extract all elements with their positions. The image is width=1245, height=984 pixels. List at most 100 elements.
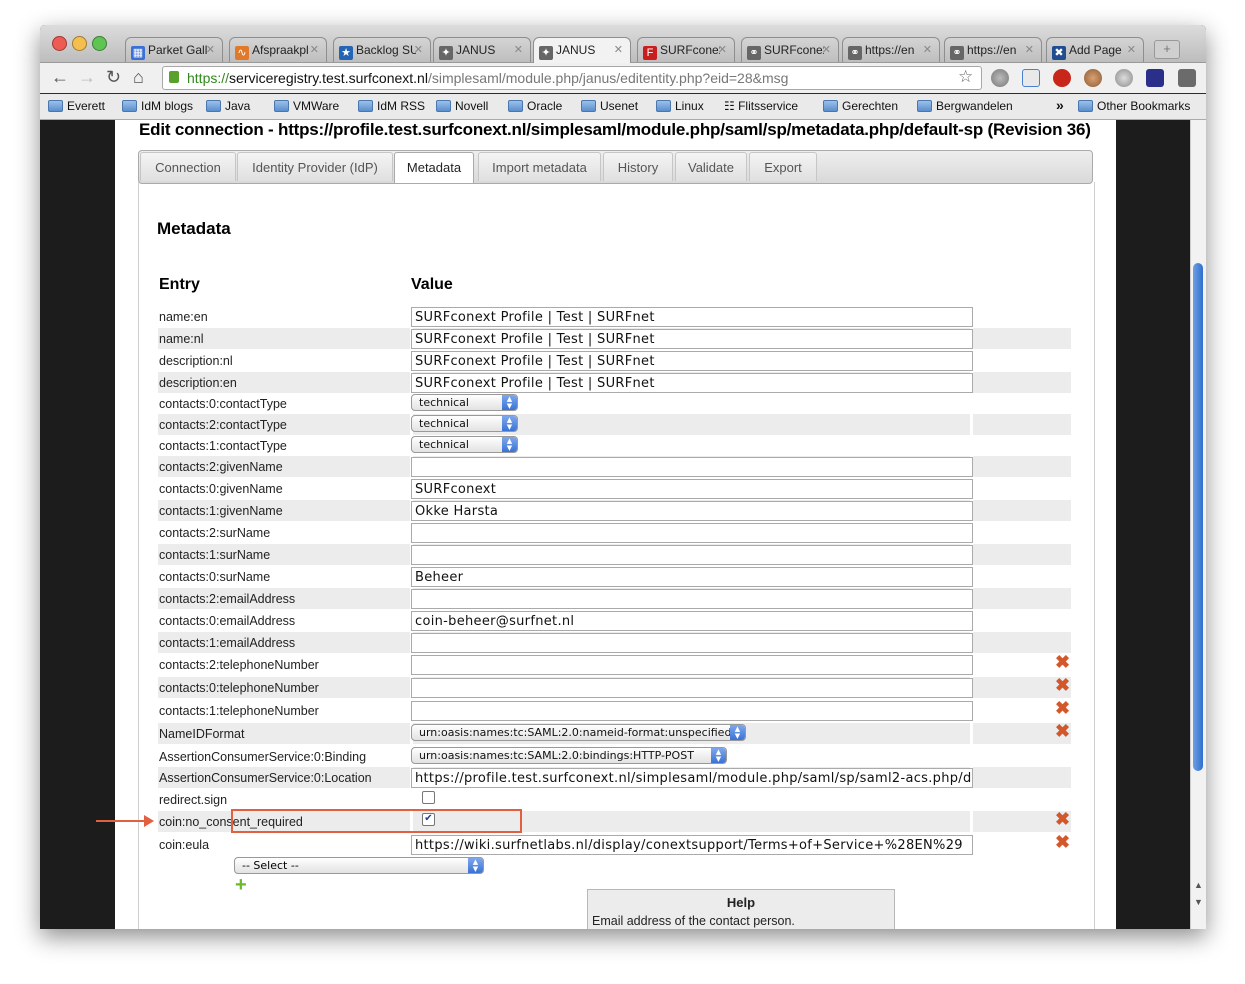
value-select[interactable]: technical ▲ ▼ <box>411 436 518 453</box>
tab-metadata[interactable]: Metadata <box>394 152 474 183</box>
highlight-box <box>231 809 522 833</box>
browser-tab[interactable]: ✦ JANUS ✕ <box>433 37 531 62</box>
bookmark-label: Linux <box>675 99 704 113</box>
bookmark-star-icon[interactable]: ☆ <box>958 67 973 87</box>
tab-history[interactable]: History <box>603 152 673 181</box>
browser-tab[interactable]: ✖ Add Page ✕ <box>1046 37 1144 62</box>
close-tab-icon[interactable]: ✕ <box>614 43 623 56</box>
scroll-down-arrow[interactable]: ▼ <box>1194 897 1203 907</box>
reload-button[interactable]: ↻ <box>106 67 121 88</box>
close-tab-icon[interactable]: ✕ <box>822 43 831 56</box>
delete-entry-icon[interactable]: ✖ <box>1054 833 1071 851</box>
value-checkbox[interactable] <box>422 791 435 804</box>
value-input[interactable]: SURFconext Profile | Test | SURFnet <box>411 329 973 349</box>
delete-entry-icon[interactable]: ✖ <box>1054 699 1071 717</box>
browser-tab[interactable]: ∿ Afspraakpl ✕ <box>229 37 327 62</box>
close-tab-icon[interactable]: ✕ <box>206 43 215 56</box>
bookmarks-overflow-button[interactable]: » <box>1056 97 1064 113</box>
entry-label: contacts:0:emailAddress <box>159 614 296 628</box>
link-icon: ⚭ <box>950 46 964 60</box>
bookmark-usenet[interactable]: Usenet <box>581 99 638 113</box>
value-input[interactable] <box>411 457 973 477</box>
value-input[interactable] <box>411 523 973 543</box>
value-input[interactable]: https://wiki.surfnetlabs.nl/display/cone… <box>411 835 973 855</box>
add-entry-icon[interactable]: + <box>235 875 247 895</box>
close-tab-icon[interactable]: ✕ <box>718 43 727 56</box>
bookmark-linux[interactable]: Linux <box>656 99 704 113</box>
close-tab-icon[interactable]: ✕ <box>923 43 932 56</box>
bookmark-oracle[interactable]: Oracle <box>508 99 562 113</box>
value-input[interactable] <box>411 633 973 653</box>
delete-entry-icon[interactable]: ✖ <box>1054 676 1071 694</box>
close-tab-icon[interactable]: ✕ <box>1127 43 1136 56</box>
bug-extension-icon[interactable] <box>1115 69 1133 87</box>
bookmark-bergwandelen[interactable]: Bergwandelen <box>917 99 1013 113</box>
flag-extension-icon[interactable] <box>1146 69 1164 87</box>
scrollbar-thumb[interactable] <box>1193 263 1203 771</box>
bookmark-gerechten[interactable]: Gerechten <box>823 99 898 113</box>
value-select[interactable]: technical ▲ ▼ <box>411 394 518 411</box>
value-select[interactable]: technical ▲ ▼ <box>411 415 518 432</box>
adblock-extension-icon[interactable] <box>1053 69 1071 87</box>
translate-extension-icon[interactable] <box>1022 69 1040 87</box>
forward-button[interactable]: → <box>78 67 96 88</box>
close-window-button[interactable] <box>52 36 67 51</box>
zoom-window-button[interactable] <box>92 36 107 51</box>
value-input[interactable] <box>411 589 973 609</box>
url-host: serviceregistry.test.surfconext.nl <box>229 70 428 86</box>
value-input[interactable]: SURFconext Profile | Test | SURFnet <box>411 307 973 327</box>
new-entry-select[interactable]: -- Select -- ▲ ▼ <box>234 857 484 874</box>
gear-extension-icon[interactable] <box>991 69 1009 87</box>
value-input[interactable]: Beheer <box>411 567 973 587</box>
value-input[interactable]: SURFconext Profile | Test | SURFnet <box>411 351 973 371</box>
browser-tab[interactable]: ⚭ https://en ✕ <box>842 37 940 62</box>
tab-export[interactable]: Export <box>749 152 817 181</box>
bookmark-idm-blogs[interactable]: IdM blogs <box>122 99 193 113</box>
metadata-row: redirect.sign <box>158 789 1071 810</box>
bookmark-novell[interactable]: Novell <box>436 99 488 113</box>
browser-tab[interactable]: ⚭ https://en ✕ <box>944 37 1042 62</box>
value-input[interactable]: coin-beheer@surfnet.nl <box>411 611 973 631</box>
value-input[interactable] <box>411 545 973 565</box>
close-tab-icon[interactable]: ✕ <box>514 43 523 56</box>
tab-validate[interactable]: Validate <box>675 152 747 181</box>
bookmark-flitsservice[interactable]: ☷ Flitsservice <box>724 99 798 113</box>
value-input[interactable]: SURFconext <box>411 479 973 499</box>
bookmark-everett[interactable]: Everett <box>48 99 105 113</box>
value-input[interactable] <box>411 678 973 698</box>
scroll-up-arrow[interactable]: ▲ <box>1194 880 1203 890</box>
value-input[interactable]: Okke Harsta <box>411 501 973 521</box>
address-bar[interactable]: https://serviceregistry.test.surfconext.… <box>162 66 982 90</box>
vertical-scrollbar[interactable]: ▲ ▼ <box>1190 120 1206 929</box>
value-input[interactable] <box>411 655 973 675</box>
browser-tab[interactable]: ✦ JANUS ✕ <box>533 37 631 63</box>
close-tab-icon[interactable]: ✕ <box>414 43 423 56</box>
value-select[interactable]: urn:oasis:names:tc:SAML:2.0:bindings:HTT… <box>411 747 727 764</box>
tab-import-metadata[interactable]: Import metadata <box>478 152 601 181</box>
value-input[interactable]: https://profile.test.surfconext.nl/simpl… <box>411 768 973 788</box>
bookmark-idm-rss[interactable]: IdM RSS <box>358 99 425 113</box>
browser-tab[interactable]: F SURFconex ✕ <box>637 37 735 62</box>
new-tab-button[interactable]: + <box>1154 40 1180 59</box>
close-tab-icon[interactable]: ✕ <box>310 43 319 56</box>
tab-identity-provider-idp[interactable]: Identity Provider (IdP) <box>237 152 393 181</box>
bookmark-vmware[interactable]: VMWare <box>274 99 339 113</box>
cookie-extension-icon[interactable] <box>1084 69 1102 87</box>
other-bookmarks-folder[interactable]: Other Bookmarks <box>1078 99 1190 113</box>
back-button[interactable]: ← <box>51 67 69 88</box>
close-tab-icon[interactable]: ✕ <box>1025 43 1034 56</box>
tab-connection[interactable]: Connection <box>140 152 236 181</box>
browser-tab[interactable]: ▦ Parket Gall ✕ <box>125 37 223 62</box>
value-input[interactable]: SURFconext Profile | Test | SURFnet <box>411 373 973 393</box>
delete-entry-icon[interactable]: ✖ <box>1054 653 1071 671</box>
value-input[interactable] <box>411 701 973 721</box>
value-select[interactable]: urn:oasis:names:tc:SAML:2.0:nameid-forma… <box>411 724 746 741</box>
bookmark-java[interactable]: Java <box>206 99 250 113</box>
delete-entry-icon[interactable]: ✖ <box>1054 722 1071 740</box>
home-button[interactable]: ⌂ <box>133 67 144 88</box>
wrench-icon[interactable] <box>1178 69 1196 87</box>
browser-tab[interactable]: ★ Backlog SU ✕ <box>333 37 431 62</box>
browser-tab[interactable]: ⚭ SURFconex ✕ <box>741 37 839 62</box>
minimize-window-button[interactable] <box>72 36 87 51</box>
delete-entry-icon[interactable]: ✖ <box>1054 810 1071 828</box>
